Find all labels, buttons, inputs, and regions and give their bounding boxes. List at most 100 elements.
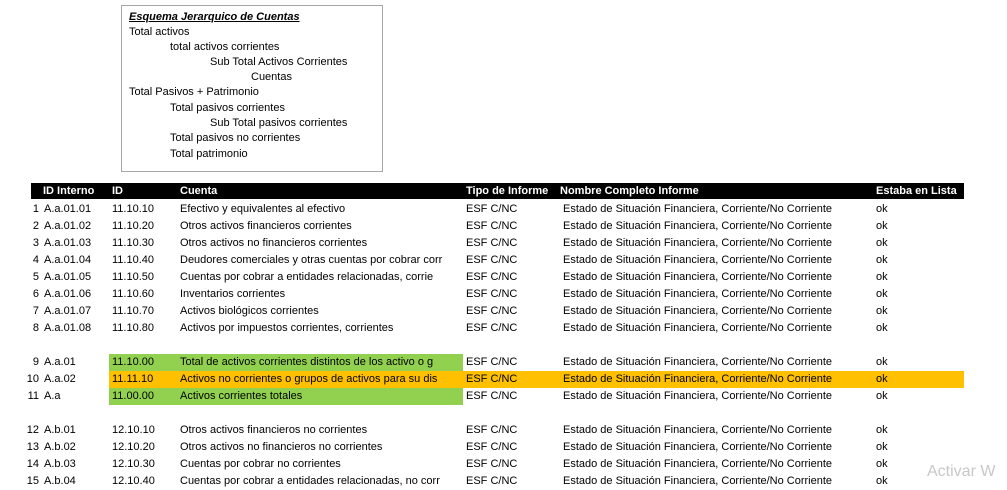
row-number[interactable]: 9 <box>0 354 39 371</box>
cell-tipo-informe[interactable]: ESF C/NC <box>466 371 558 388</box>
cell-tipo-informe[interactable]: ESF C/NC <box>466 286 558 303</box>
cell-tipo-informe[interactable]: ESF C/NC <box>466 388 558 405</box>
row-number[interactable]: 8 <box>0 320 39 337</box>
cell-cuenta[interactable]: Otros activos no financieros corrientes <box>180 235 463 252</box>
cell-id-interno[interactable]: A.a.01.05 <box>44 269 108 286</box>
cell-estaba-en-lista[interactable]: ok <box>876 354 936 371</box>
cell-cuenta[interactable]: Activos no corrientes o grupos de activo… <box>180 371 463 388</box>
row-number[interactable]: 6 <box>0 286 39 303</box>
cell-id[interactable]: 11.10.20 <box>112 218 176 235</box>
cell-cuenta[interactable]: Deudores comerciales y otras cuentas por… <box>180 252 463 269</box>
cell-estaba-en-lista[interactable]: ok <box>876 320 936 337</box>
cell-estaba-en-lista[interactable]: ok <box>876 235 936 252</box>
cell-nombre-completo[interactable]: Estado de Situación Financiera, Corrient… <box>563 235 872 252</box>
cell-estaba-en-lista[interactable]: ok <box>876 269 936 286</box>
cell-estaba-en-lista[interactable]: ok <box>876 303 936 320</box>
cell-id[interactable]: 11.10.70 <box>112 303 176 320</box>
header-id-interno[interactable]: ID Interno <box>43 183 94 199</box>
cell-estaba-en-lista[interactable]: ok <box>876 388 936 405</box>
row-number[interactable]: 10 <box>0 371 39 388</box>
cell-id[interactable]: 12.10.20 <box>112 439 176 456</box>
cell-id[interactable]: 12.10.10 <box>112 422 176 439</box>
row-number[interactable]: 14 <box>0 456 39 473</box>
cell-id[interactable]: 11.10.10 <box>112 201 176 218</box>
row-number[interactable]: 13 <box>0 439 39 456</box>
cell-cuenta[interactable]: Otros activos financieros no corrientes <box>180 422 463 439</box>
cell-cuenta[interactable]: Otros activos financieros corrientes <box>180 218 463 235</box>
cell-cuenta[interactable]: Otros activos no financieros no corrient… <box>180 439 463 456</box>
cell-nombre-completo[interactable]: Estado de Situación Financiera, Corrient… <box>563 286 872 303</box>
cell-nombre-completo[interactable]: Estado de Situación Financiera, Corrient… <box>563 422 872 439</box>
cell-id-interno[interactable]: A.a <box>44 388 108 405</box>
cell-nombre-completo[interactable]: Estado de Situación Financiera, Corrient… <box>563 371 872 388</box>
cell-id-interno[interactable]: A.a.01 <box>44 354 108 371</box>
cell-tipo-informe[interactable]: ESF C/NC <box>466 456 558 473</box>
cell-nombre-completo[interactable]: Estado de Situación Financiera, Corrient… <box>563 201 872 218</box>
cell-nombre-completo[interactable]: Estado de Situación Financiera, Corrient… <box>563 269 872 286</box>
cell-id[interactable]: 11.10.30 <box>112 235 176 252</box>
cell-id[interactable]: 12.10.30 <box>112 456 176 473</box>
row-number[interactable]: 12 <box>0 422 39 439</box>
cell-estaba-en-lista[interactable]: ok <box>876 439 936 456</box>
cell-tipo-informe[interactable]: ESF C/NC <box>466 303 558 320</box>
cell-cuenta[interactable]: Cuentas por cobrar a entidades relaciona… <box>180 269 463 286</box>
cell-id-interno[interactable]: A.a.02 <box>44 371 108 388</box>
cell-id-interno[interactable]: A.b.02 <box>44 439 108 456</box>
row-number[interactable]: 15 <box>0 473 39 490</box>
cell-id-interno[interactable]: A.a.01.07 <box>44 303 108 320</box>
cell-nombre-completo[interactable]: Estado de Situación Financiera, Corrient… <box>563 218 872 235</box>
cell-id-interno[interactable]: A.a.01.06 <box>44 286 108 303</box>
cell-id-interno[interactable]: A.a.01.01 <box>44 201 108 218</box>
cell-tipo-informe[interactable]: ESF C/NC <box>466 354 558 371</box>
cell-tipo-informe[interactable]: ESF C/NC <box>466 320 558 337</box>
header-id[interactable]: ID <box>112 183 123 199</box>
cell-id[interactable]: 11.10.40 <box>112 252 176 269</box>
cell-estaba-en-lista[interactable]: ok <box>876 218 936 235</box>
cell-nombre-completo[interactable]: Estado de Situación Financiera, Corrient… <box>563 439 872 456</box>
cell-estaba-en-lista[interactable]: ok <box>876 201 936 218</box>
cell-tipo-informe[interactable]: ESF C/NC <box>466 235 558 252</box>
cell-nombre-completo[interactable]: Estado de Situación Financiera, Corrient… <box>563 473 872 490</box>
cell-cuenta[interactable]: Inventarios corrientes <box>180 286 463 303</box>
cell-id[interactable]: 11.10.50 <box>112 269 176 286</box>
row-number[interactable]: 2 <box>0 218 39 235</box>
cell-tipo-informe[interactable]: ESF C/NC <box>466 473 558 490</box>
cell-id[interactable]: 12.10.40 <box>112 473 176 490</box>
cell-tipo-informe[interactable]: ESF C/NC <box>466 422 558 439</box>
cell-tipo-informe[interactable]: ESF C/NC <box>466 269 558 286</box>
cell-cuenta[interactable]: Activos corrientes totales <box>180 388 463 405</box>
cell-id-interno[interactable]: A.a.01.04 <box>44 252 108 269</box>
cell-cuenta[interactable]: Cuentas por cobrar a entidades relaciona… <box>180 473 463 490</box>
cell-nombre-completo[interactable]: Estado de Situación Financiera, Corrient… <box>563 320 872 337</box>
cell-cuenta[interactable]: Efectivo y equivalentes al efectivo <box>180 201 463 218</box>
row-number[interactable]: 4 <box>0 252 39 269</box>
row-number[interactable]: 1 <box>0 201 39 218</box>
cell-id-interno[interactable]: A.b.01 <box>44 422 108 439</box>
cell-tipo-informe[interactable]: ESF C/NC <box>466 439 558 456</box>
row-number[interactable]: 3 <box>0 235 39 252</box>
header-cuenta[interactable]: Cuenta <box>180 183 217 199</box>
cell-estaba-en-lista[interactable]: ok <box>876 286 936 303</box>
row-number[interactable]: 5 <box>0 269 39 286</box>
cell-nombre-completo[interactable]: Estado de Situación Financiera, Corrient… <box>563 354 872 371</box>
cell-id-interno[interactable]: A.a.01.08 <box>44 320 108 337</box>
header-tipo-informe[interactable]: Tipo de Informe <box>466 183 548 199</box>
cell-id-interno[interactable]: A.a.01.02 <box>44 218 108 235</box>
row-number[interactable]: 11 <box>0 388 39 405</box>
cell-id[interactable]: 11.10.80 <box>112 320 176 337</box>
header-nombre-completo[interactable]: Nombre Completo Informe <box>560 183 699 199</box>
cell-cuenta[interactable]: Activos por impuestos corrientes, corrie… <box>180 320 463 337</box>
cell-nombre-completo[interactable]: Estado de Situación Financiera, Corrient… <box>563 303 872 320</box>
cell-id[interactable]: 11.10.00 <box>112 354 176 371</box>
cell-cuenta[interactable]: Activos biológicos corrientes <box>180 303 463 320</box>
cell-id-interno[interactable]: A.b.03 <box>44 456 108 473</box>
cell-id[interactable]: 11.00.00 <box>112 388 176 405</box>
cell-id-interno[interactable]: A.a.01.03 <box>44 235 108 252</box>
row-number[interactable]: 7 <box>0 303 39 320</box>
cell-cuenta[interactable]: Cuentas por cobrar no corrientes <box>180 456 463 473</box>
cell-estaba-en-lista[interactable]: ok <box>876 252 936 269</box>
header-estaba-en-lista[interactable]: Estaba en Lista <box>876 183 957 199</box>
cell-tipo-informe[interactable]: ESF C/NC <box>466 201 558 218</box>
cell-estaba-en-lista[interactable]: ok <box>876 371 936 388</box>
cell-id[interactable]: 11.10.60 <box>112 286 176 303</box>
